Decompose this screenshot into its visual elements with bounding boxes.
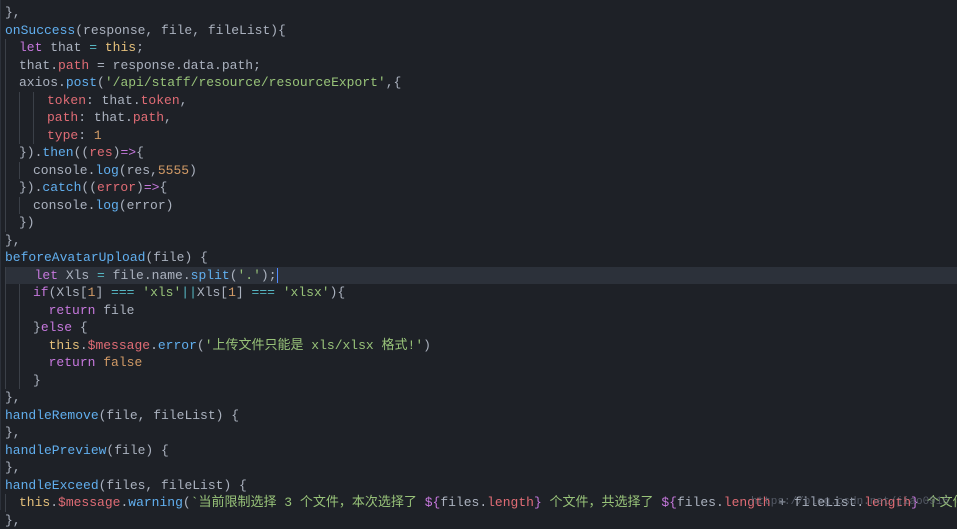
code-line: }, [5, 232, 957, 250]
code-line: }, [5, 424, 957, 442]
code-line: if(Xls[1] === 'xls'||Xls[1] === 'xlsx'){ [5, 284, 957, 302]
code-line: path: that.path, [5, 109, 957, 127]
code-line: }, [5, 459, 957, 477]
code-line: beforeAvatarUpload(file) { [5, 249, 957, 267]
code-line: type: 1 [5, 127, 957, 145]
code-line: onSuccess(response, file, fileList){ [5, 22, 957, 40]
code-line: console.log(error) [5, 197, 957, 215]
code-line: token: that.token, [5, 92, 957, 110]
code-line: }).catch((error)=>{ [5, 179, 957, 197]
code-line: handlePreview(file) { [5, 442, 957, 460]
code-line: return file [5, 302, 957, 320]
code-line: this.$message.error('上传文件只能是 xls/xlsx 格式… [5, 337, 957, 355]
code-line: }, [5, 4, 957, 22]
code-line: }).then((res)=>{ [5, 144, 957, 162]
code-line: } [5, 372, 957, 390]
code-line: handleRemove(file, fileList) { [5, 407, 957, 425]
code-area[interactable]: }, onSuccess(response, file, fileList){ … [1, 0, 957, 510]
watermark: https://blog.csdn.net/jiao0916 [751, 496, 949, 508]
code-line: console.log(res,5555) [5, 162, 957, 180]
text-cursor [277, 268, 278, 283]
code-line: that.path = response.data.path; [5, 57, 957, 75]
code-line: }, [5, 389, 957, 407]
code-line: }else { [5, 319, 957, 337]
code-line: let that = this; [5, 39, 957, 57]
code-line: handleExceed(files, fileList) { [5, 477, 957, 495]
code-line: }) [5, 214, 957, 232]
code-line: }, [5, 512, 957, 529]
code-line: return false [5, 354, 957, 372]
code-editor[interactable]: }, onSuccess(response, file, fileList){ … [0, 0, 957, 510]
code-line-current: let Xls = file.name.split('.'); [5, 267, 957, 285]
code-line: axios.post('/api/staff/resource/resource… [5, 74, 957, 92]
